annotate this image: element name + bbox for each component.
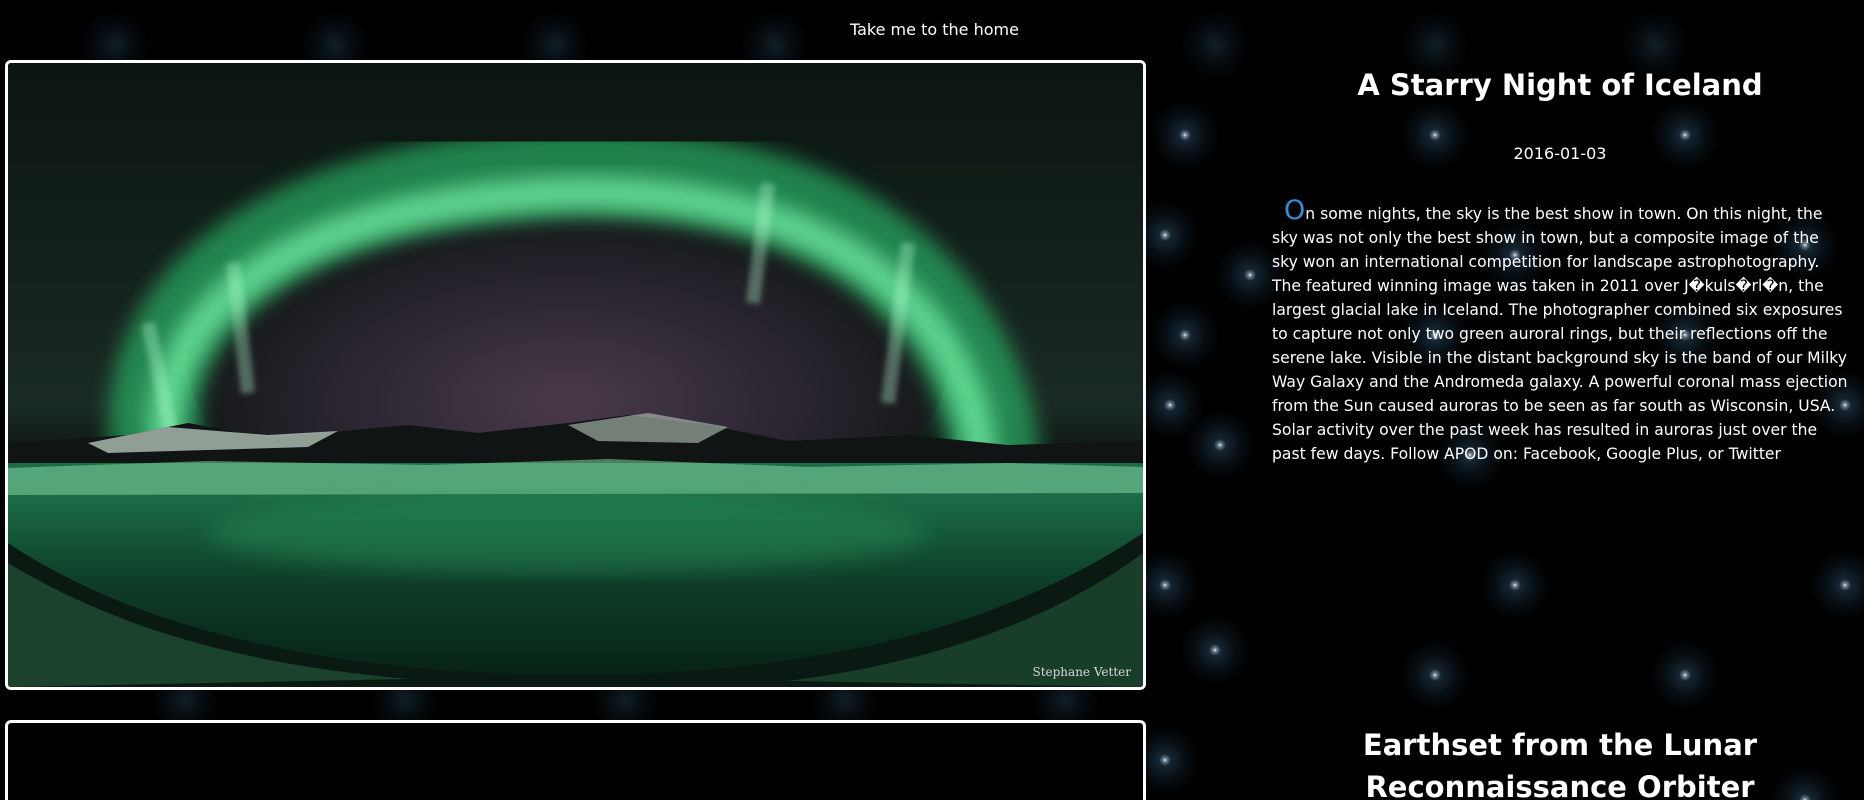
drop-cap-letter: O [1284, 195, 1306, 226]
star-glow [1180, 615, 1250, 685]
star-glow [1650, 640, 1720, 710]
star-glow [1150, 300, 1220, 370]
star-glow [1480, 550, 1550, 620]
star-glow [1810, 550, 1864, 620]
post-title: A Starry Night of Iceland [1357, 68, 1763, 102]
post-article: A Starry Night of Iceland 2016-01-03 On … [1272, 64, 1848, 466]
post-description: On some nights, the sky is the best show… [1272, 197, 1848, 466]
star-glow [1185, 410, 1255, 480]
aurora-photo [8, 63, 1143, 687]
post-article-2: Earthset from the Lunar Reconnaissance O… [1272, 724, 1848, 800]
post-image-earthset [5, 720, 1146, 800]
home-link[interactable]: Take me to the home [850, 20, 1019, 39]
post-date: 2016-01-03 [1513, 144, 1607, 163]
image-credit: Stephane Vetter [1032, 665, 1131, 679]
post-description-text: n some nights, the sky is the best show … [1272, 205, 1848, 463]
post-title-2: Earthset from the Lunar Reconnaissance O… [1362, 728, 1758, 800]
post-image-aurora: Stephane Vetter [5, 60, 1146, 690]
page: Take me to the home Stephane Vetter A St… [0, 0, 1864, 800]
star-glow [1150, 100, 1220, 170]
star-glow [1400, 640, 1470, 710]
star-glow [1180, 10, 1250, 80]
